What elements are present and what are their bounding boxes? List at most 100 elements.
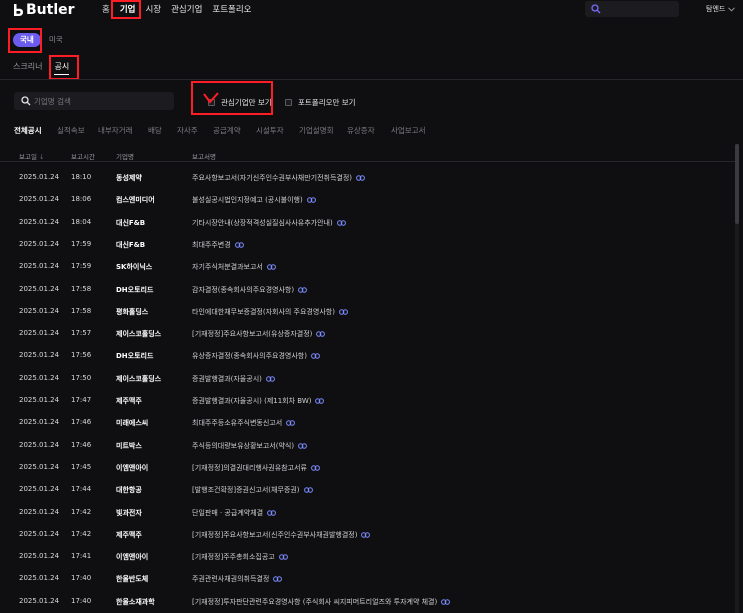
- company-search-field[interactable]: [14, 92, 174, 110]
- link-icon[interactable]: [273, 576, 283, 584]
- link-icon[interactable]: [298, 286, 307, 295]
- scroll-thumb[interactable]: [735, 144, 739, 224]
- report-title[interactable]: [기재정정]투자판단관련주요경영사항 (주식회사 씨지피머트리얼즈와 투자계약 …: [192, 598, 437, 606]
- company-name-link[interactable]: 미트박스: [116, 441, 142, 451]
- table-row[interactable]: 2025.01.24 17:58 평화홀딩스 타인에대한채무보증결정(자회사의 주요경…: [0, 300, 735, 322]
- table-row[interactable]: 2025.01.24 18:06 컴스엔미디어 불성실공시법인지정예고 (공시불이행): [0, 188, 735, 210]
- link-icon[interactable]: [278, 554, 288, 562]
- report-title-cell[interactable]: 불성실공시법인지정예고 (공시불이행): [192, 195, 316, 205]
- report-title[interactable]: 감자결정(종속회사의주요경영사항): [192, 286, 294, 294]
- link-icon[interactable]: [234, 242, 244, 250]
- table-row[interactable]: 2025.01.24 17:46 미트박스 주식등의대량보유상황보고서(약식): [0, 434, 735, 456]
- report-title[interactable]: 증권발행결과(자율공시) (제11회차 BW): [192, 397, 311, 405]
- report-title[interactable]: 증권발행결과(자율공시): [192, 375, 262, 383]
- company-name-link[interactable]: 이엠앤아이: [116, 552, 148, 562]
- report-title-cell[interactable]: 최대주주등소유주식변동신고서: [192, 418, 296, 428]
- company-search-input[interactable]: [34, 92, 170, 110]
- link-icon[interactable]: [267, 509, 276, 518]
- table-row[interactable]: 2025.01.24 17:58 DH오토리드 감자결정(종속회사의주요경영사항): [0, 278, 735, 300]
- report-title-cell[interactable]: 유상증자결정(종속회사의주요경영사항): [192, 351, 320, 361]
- report-title[interactable]: 주식등의대량보유상황보고서(약식): [192, 442, 294, 450]
- link-icon[interactable]: [311, 353, 320, 361]
- report-title[interactable]: 최대주주등소유주식변동신고서: [192, 419, 282, 427]
- report-title-cell[interactable]: 단일판매 · 공급계약체결: [192, 508, 276, 518]
- report-title-cell[interactable]: [기재정정]투자판단관련주요경영사항 (주식회사 씨지피머트리얼즈와 투자계약 …: [192, 597, 451, 607]
- report-title-cell[interactable]: 증권발행결과(자율공시): [192, 374, 275, 384]
- link-icon[interactable]: [311, 465, 320, 473]
- link-icon[interactable]: [303, 487, 313, 495]
- company-name-link[interactable]: 동성제약: [116, 173, 142, 183]
- report-title[interactable]: 단일판매 · 공급계약체결: [192, 509, 263, 517]
- category-insider[interactable]: 내부자거래: [98, 125, 148, 136]
- company-name-link[interactable]: 제주맥주: [116, 396, 142, 406]
- company-name-link[interactable]: 컴스엔미디어: [116, 195, 155, 205]
- market-us-button[interactable]: 미국: [47, 33, 65, 47]
- report-title[interactable]: [기재정정]주요사항보고서(유상증자결정): [192, 330, 312, 338]
- table-row[interactable]: 2025.01.24 17:45 이엠앤아이 [기재정정]의결권대리행사권유참고서류: [0, 456, 735, 478]
- link-icon[interactable]: [306, 197, 316, 205]
- category-treasury-stock[interactable]: 자사주: [177, 125, 213, 136]
- report-title-cell[interactable]: 타인에대한채무보증결정(자회사의 주요경영사항): [192, 307, 348, 317]
- report-title[interactable]: 타인에대한채무보증결정(자회사의 주요경영사항): [192, 308, 335, 316]
- report-title-cell[interactable]: [발행조건확정]증권신고서(채무증권): [192, 485, 313, 495]
- report-title-cell[interactable]: 주식등의대량보유상황보고서(약식): [192, 441, 307, 451]
- report-title[interactable]: 기타시장안내(상장적격성실질심사사유추가안내): [192, 219, 333, 227]
- table-row[interactable]: 2025.01.24 17:41 이엠앤아이 [기재정정]주주총회소집공고: [0, 545, 735, 567]
- portfolio-only-box[interactable]: [285, 99, 292, 106]
- company-name-link[interactable]: 제주맥주: [116, 530, 142, 540]
- report-title[interactable]: [기재정정]주주총회소집공고: [192, 553, 275, 561]
- link-icon[interactable]: [441, 598, 451, 607]
- table-row[interactable]: 2025.01.24 18:04 대신F&B 기타시장안내(상장적격성실질심사사유추가…: [0, 211, 735, 233]
- table-row[interactable]: 2025.01.24 17:40 한울반도체 주권관련사채권의취득결정: [0, 567, 735, 589]
- table-row[interactable]: 2025.01.24 17:56 DH오토리드 유상증자결정(종속회사의주요경영사항): [0, 344, 735, 366]
- table-row[interactable]: 2025.01.24 17:57 제이스코홀딩스 [기재정정]주요사항보고서(유상증자…: [0, 322, 735, 344]
- nav-watchlist[interactable]: 관심기업: [166, 3, 207, 17]
- company-name-link[interactable]: 대신F&B: [116, 240, 145, 250]
- link-icon[interactable]: [298, 442, 307, 451]
- company-name-link[interactable]: 대한항공: [116, 485, 142, 495]
- report-title[interactable]: [기재정정]의결권대리행사권유참고서류: [192, 464, 307, 472]
- category-dividend[interactable]: 배당: [148, 125, 177, 136]
- report-title-cell[interactable]: [기재정정]주요사항보고서(신주인수권부사채권발행결정): [192, 530, 371, 540]
- company-name-link[interactable]: 대신F&B: [116, 218, 145, 228]
- logo[interactable]: Butler: [13, 2, 75, 18]
- report-title-cell[interactable]: [기재정정]주요사항보고서(유상증자결정): [192, 329, 326, 339]
- report-title-cell[interactable]: [기재정정]의결권대리행사권유참고서류: [192, 463, 320, 473]
- table-row[interactable]: 2025.01.24 17:40 한울소재과학 [기재정정]투자판단관련주요경영사항 …: [0, 590, 735, 612]
- table-row[interactable]: 2025.01.24 17:42 빛과전자 단일판매 · 공급계약체결: [0, 501, 735, 523]
- report-title[interactable]: 주요사항보고서(자기신주인수권부사채만기전취득결정): [192, 174, 352, 182]
- report-title-cell[interactable]: 주권관련사채권의취득결정: [192, 574, 283, 584]
- company-name-link[interactable]: 빛과전자: [116, 508, 142, 518]
- link-icon[interactable]: [286, 420, 296, 428]
- company-name-link[interactable]: DH오토리드: [116, 285, 153, 295]
- category-ir[interactable]: 기업설명회: [299, 125, 347, 136]
- report-title[interactable]: 최대주주변경: [192, 241, 231, 249]
- link-icon[interactable]: [316, 331, 326, 339]
- link-icon[interactable]: [356, 175, 365, 183]
- company-name-link[interactable]: 미래에스씨: [116, 418, 148, 428]
- table-row[interactable]: 2025.01.24 18:10 동성제약 주요사항보고서(자기신주인수권부사채만기전…: [0, 166, 735, 188]
- link-icon[interactable]: [339, 309, 348, 317]
- category-facility-investment[interactable]: 시설투자: [256, 125, 299, 136]
- table-row[interactable]: 2025.01.24 17:59 대신F&B 최대주주변경: [0, 233, 735, 255]
- category-annual-report[interactable]: 사업보고서: [391, 125, 426, 136]
- company-name-link[interactable]: 한울반도체: [116, 574, 148, 584]
- table-row[interactable]: 2025.01.24 17:44 대한항공 [발행조건확정]증권신고서(채무증권): [0, 478, 735, 500]
- link-icon[interactable]: [315, 398, 325, 406]
- report-title-cell[interactable]: 감자결정(종속회사의주요경영사항): [192, 285, 307, 295]
- table-row[interactable]: 2025.01.24 17:47 제주맥주 증권발행결과(자율공시) (제11회차 B…: [0, 389, 735, 411]
- nav-portfolio[interactable]: 포트폴리오: [207, 3, 256, 17]
- company-name-link[interactable]: 제이스코홀딩스: [116, 329, 161, 339]
- user-menu[interactable]: 탐엔드: [706, 4, 736, 14]
- category-rights-offering[interactable]: 유상증자: [347, 125, 391, 136]
- report-title-cell[interactable]: [기재정정]주주총회소집공고: [192, 552, 288, 562]
- company-name-link[interactable]: 제이스코홀딩스: [116, 374, 161, 384]
- link-icon[interactable]: [361, 532, 371, 540]
- report-title[interactable]: 불성실공시법인지정예고 (공시불이행): [192, 196, 303, 204]
- portfolio-only-checkbox[interactable]: 포트폴리오만 보기: [285, 97, 356, 108]
- scrollbar[interactable]: [735, 144, 739, 613]
- company-name-link[interactable]: 평화홀딩스: [116, 307, 148, 317]
- report-title[interactable]: 자기주식처분결과보고서: [192, 263, 263, 271]
- company-name-link[interactable]: 한울소재과학: [116, 597, 155, 607]
- report-title-cell[interactable]: 증권발행결과(자율공시) (제11회차 BW): [192, 396, 325, 406]
